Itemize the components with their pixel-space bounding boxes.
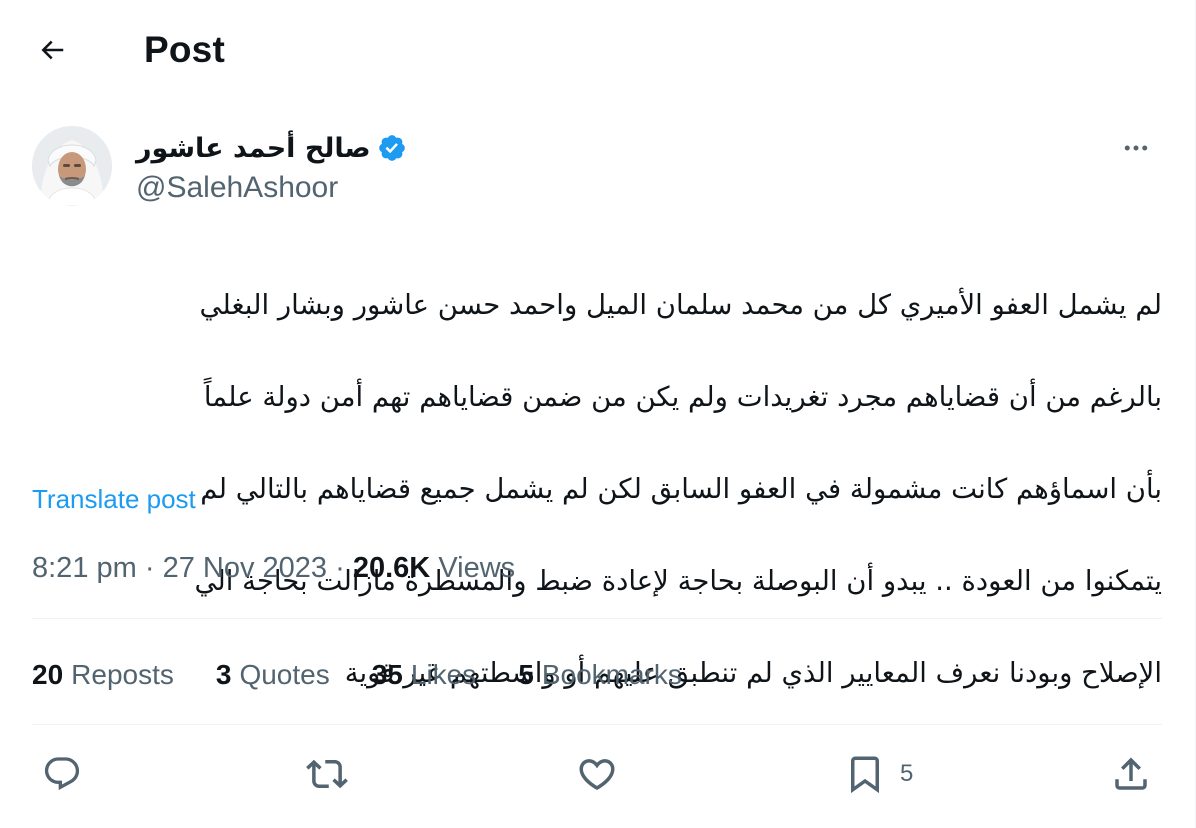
reposts-label: Reposts <box>71 659 174 690</box>
tweet-date[interactable]: 27 Nov 2023 <box>163 552 327 584</box>
bookmarks-stat[interactable]: 5 Bookmarks <box>518 659 682 691</box>
quotes-stat[interactable]: 3 Quotes <box>216 659 330 691</box>
tweet-meta: 8:21 pm · 27 Nov 2023 · 20.6K Views <box>32 548 515 588</box>
reply-icon <box>42 754 82 794</box>
divider <box>32 724 1162 725</box>
quotes-label: Quotes <box>239 659 330 690</box>
share-button[interactable] <box>1110 750 1152 798</box>
tweet-line: بأن اسماؤهم كانت مشمولة في العفو السابق … <box>200 473 1162 505</box>
tweet-time[interactable]: 8:21 pm <box>32 552 137 584</box>
heart-icon <box>576 753 618 795</box>
author-name[interactable]: صالح أحمد عاشور <box>136 126 407 170</box>
like-button[interactable] <box>576 750 618 798</box>
reposts-stat[interactable]: 20 Reposts <box>32 659 174 691</box>
meta-separator: · <box>335 552 345 584</box>
likes-label: Likes <box>410 659 477 690</box>
bookmarks-count: 5 <box>518 659 534 690</box>
arrow-left-icon <box>37 35 67 65</box>
likes-stat[interactable]: 35 Likes <box>372 659 477 691</box>
reply-button[interactable] <box>42 750 82 798</box>
more-options-button[interactable] <box>1116 128 1156 168</box>
quotes-count: 3 <box>215 659 232 690</box>
meta-separator: · <box>144 552 155 584</box>
bookmark-button[interactable]: 5 <box>844 750 913 798</box>
action-bar: 5 <box>0 744 1195 804</box>
divider <box>32 618 1162 619</box>
repost-button[interactable] <box>306 750 348 798</box>
page-header: Post <box>0 0 1195 100</box>
likes-count: 35 <box>371 659 403 690</box>
author-name-text: صالح أحمد عاشور <box>136 132 371 164</box>
page-title: Post <box>144 29 225 70</box>
repost-icon <box>306 753 348 795</box>
views-label: Views <box>438 552 516 584</box>
avatar[interactable] <box>32 126 112 206</box>
tweet-line: لم يشمل العفو الأميري كل من محمد سلمان ا… <box>199 289 1162 321</box>
views-count: 20.6K <box>352 552 431 584</box>
bookmark-icon <box>844 753 886 795</box>
reposts-count: 20 <box>32 659 64 690</box>
translate-post-link[interactable]: Translate post <box>32 482 196 516</box>
share-icon <box>1110 753 1152 795</box>
bookmark-action-count: 5 <box>900 760 914 787</box>
engagement-stats: 20 Reposts 3 Quotes 35 Likes 5 Bookmarks <box>32 654 724 696</box>
verified-badge-icon[interactable] <box>377 133 407 163</box>
more-horizontal-icon <box>1121 133 1151 163</box>
tweet-line: بالرغم من أن قضاياهم مجرد تغريدات ولم يك… <box>203 381 1162 413</box>
bookmarks-label: Bookmarks <box>541 659 682 690</box>
back-button[interactable] <box>28 26 76 74</box>
author-handle[interactable]: @SalehAshoor <box>136 170 338 206</box>
